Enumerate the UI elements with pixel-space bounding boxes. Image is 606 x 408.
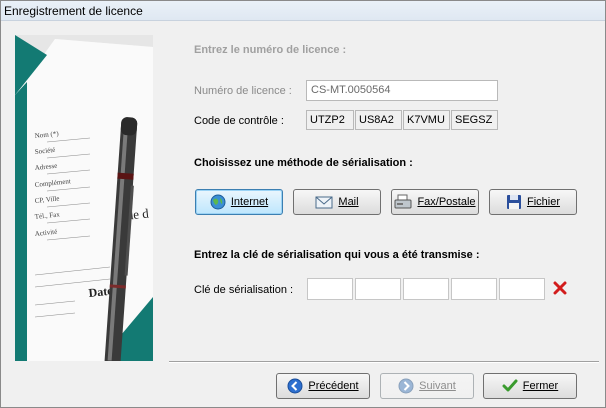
- check-code-cell: US8A2: [355, 110, 402, 130]
- close-button-label: Fermer: [522, 380, 559, 392]
- serialization-method-heading: Choisissez une méthode de sérialisation …: [194, 157, 413, 169]
- mail-button-label: Mail: [338, 196, 359, 208]
- arrow-right-icon: [398, 378, 414, 394]
- mail-button[interactable]: Mail: [293, 189, 381, 215]
- check-code-cell: K7VMU: [403, 110, 450, 130]
- fax-postal-button-label: Fax/Postale: [417, 196, 476, 208]
- check-mark-icon: [502, 379, 518, 393]
- serial-key-input-3[interactable]: [403, 278, 449, 300]
- previous-button-label: Précédent: [308, 380, 359, 392]
- check-code-cell: SEGSZ: [451, 110, 498, 130]
- license-registration-window: Enregistrement de licence Nom (*) Sociét…: [0, 0, 606, 408]
- serial-key-input-4[interactable]: [451, 278, 497, 300]
- next-button-label: Suivant: [419, 380, 456, 392]
- previous-button[interactable]: Précédent: [276, 373, 370, 399]
- serial-key-heading: Entrez la clé de sérialisation qui vous …: [194, 249, 480, 261]
- check-code-cell: UTZP2: [306, 110, 354, 130]
- side-illustration-svg: Nom (*) Société Adresse Complément CP, V…: [15, 35, 153, 361]
- serial-key-input-2[interactable]: [355, 278, 401, 300]
- check-code-label: Code de contrôle :: [194, 115, 284, 127]
- globe-icon: [210, 194, 226, 210]
- envelope-icon: [315, 195, 333, 209]
- title-bar: Enregistrement de licence: [1, 1, 605, 21]
- floppy-disk-icon: [506, 194, 522, 210]
- fax-postal-button[interactable]: Fax/Postale: [391, 189, 479, 215]
- license-number-field: CS-MT.0050564: [306, 80, 498, 101]
- file-button-label: Fichier: [526, 196, 560, 208]
- arrow-left-icon: [287, 378, 303, 394]
- serial-key-label: Clé de sérialisation :: [194, 284, 294, 296]
- footer-divider: [169, 361, 599, 363]
- license-number-label: Numéro de licence :: [194, 85, 292, 97]
- file-button[interactable]: Fichier: [489, 189, 577, 215]
- serial-key-input-5[interactable]: [499, 278, 545, 300]
- internet-button[interactable]: Internet: [195, 189, 283, 215]
- serial-key-input-1[interactable]: [307, 278, 353, 300]
- license-heading: Entrez le numéro de licence :: [194, 44, 347, 56]
- internet-button-label: Internet: [230, 196, 269, 208]
- fax-icon: [394, 194, 412, 210]
- clear-serial-x-icon[interactable]: [553, 281, 567, 298]
- close-button[interactable]: Fermer: [483, 373, 577, 399]
- registration-form-and-pen-image: Nom (*) Société Adresse Complément CP, V…: [15, 35, 153, 361]
- window-title: Enregistrement de licence: [4, 4, 143, 18]
- next-button[interactable]: Suivant: [380, 373, 474, 399]
